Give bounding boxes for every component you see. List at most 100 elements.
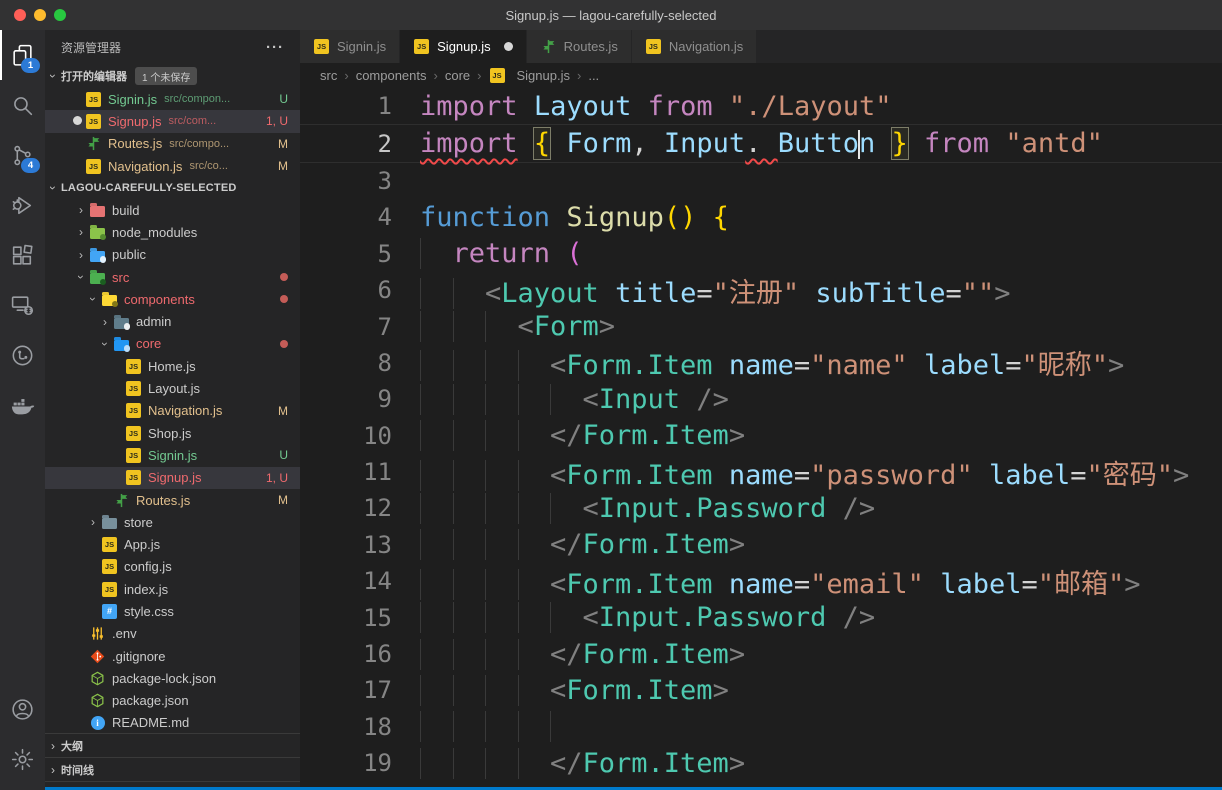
tree-item-index-js[interactable]: JS index.js [45,578,300,600]
tree-item-store[interactable]: › store [45,511,300,533]
breadcrumb-item-core[interactable]: core [445,68,470,83]
dirty-indicator[interactable] [503,42,513,51]
activity-account-button[interactable] [0,684,45,734]
breadcrumb-item--[interactable]: ... [588,68,599,83]
file-path-description: src/co... [189,160,228,173]
account-icon [10,697,35,722]
js-file-icon: JS [489,68,506,84]
line-number: 12 [363,494,392,523]
tab-label: Routes.js [563,39,618,54]
code-line-8[interactable]: 8 <Form.Item name="name" label="昵称"> [300,345,1222,382]
close-window-button[interactable] [14,9,26,21]
tab-signup-js[interactable]: JS Signup.js [400,30,527,63]
code-line-11[interactable]: 11 <Form.Item name="password" label="密码"… [300,454,1222,491]
settings-icon [10,747,35,772]
tree-item-src[interactable]: › src [45,266,300,288]
tree-item-home-js[interactable]: JS Home.js [45,355,300,377]
line-number: 8 [377,348,392,377]
tree-item-routes-js[interactable]: Routes.js M [45,489,300,511]
code-line-2[interactable]: 2 import { Form, Input. Button } from "an… [300,124,1222,163]
code-line-14[interactable]: 14 <Form.Item name="email" label="邮箱"> [300,563,1222,600]
dirty-indicator [72,116,82,126]
activity-remote-explorer-button[interactable] [0,280,45,330]
line-content: </Form.Item> [420,529,745,560]
file-path-description: src/compon... [164,93,231,106]
activity-extensions-button[interactable] [0,230,45,280]
code-editor[interactable]: 1 import Layout from "./Layout" 2 import { … [300,88,1222,790]
tree-item-readme-md[interactable]: i README.md [45,712,300,733]
code-line-15[interactable]: 15 <Input.Password /> [300,599,1222,635]
code-line-10[interactable]: 10 </Form.Item> [300,418,1222,454]
folder-icon [113,314,130,330]
breadcrumb-item-src[interactable]: src [320,68,337,83]
breadcrumb-label: ... [588,68,600,83]
open-editor-item-signup-js[interactable]: JS Signup.js src/com... 1, U [45,110,300,133]
tree-item-shop-js[interactable]: JS Shop.js [45,422,300,444]
tree-item-core[interactable]: › core [45,333,300,355]
code-line-4[interactable]: 4 function Signup() { [300,199,1222,235]
line-number: 6 [377,276,392,305]
code-line-19[interactable]: 19 </Form.Item> [300,745,1222,781]
tree-item-config-js[interactable]: JS config.js [45,556,300,578]
tree-item-app-js[interactable]: JS App.js [45,533,300,555]
line-content: </Form.Item> [420,639,745,670]
code-line-17[interactable]: 17 <Form.Item> [300,672,1222,708]
tab-signin-js[interactable]: JS Signin.js [300,30,401,63]
tree-item-style-css[interactable]: # style.css [45,600,300,622]
activity-docker-button[interactable] [0,380,45,430]
sidebar-panel-大纲[interactable]: › 大纲 [45,733,300,757]
activity-source-control-button[interactable]: 4 [0,130,45,180]
tree-item-layout-js[interactable]: JS Layout.js [45,377,300,399]
code-line-1[interactable]: 1 import Layout from "./Layout" [300,88,1222,124]
file-label: Signin.js [148,447,198,463]
minimize-window-button[interactable] [34,9,46,21]
activity-explorer-button[interactable]: 1 [0,30,45,80]
activity-run-debug-button[interactable] [0,180,45,230]
tab-navigation-js[interactable]: JS Navigation.js [631,30,758,63]
tree-item-components[interactable]: › components [45,288,300,310]
window-title: Signup.js — lagou-carefully-selected [505,7,717,23]
tree-item-public[interactable]: › public [45,244,300,266]
tree-item-admin[interactable]: › admin [45,310,300,332]
more-actions-icon[interactable]: ··· [266,39,284,56]
code-line-9[interactable]: 9 <Input /> [300,381,1222,417]
code-line-12[interactable]: 12 <Input.Password /> [300,490,1222,526]
tree-item-package-lock-json[interactable]: package-lock.json [45,667,300,689]
unsaved-count-badge: 1 个未保存 [135,67,198,85]
activity-search-button[interactable] [0,80,45,130]
code-line-5[interactable]: 5 return ( [300,236,1222,272]
file-label: admin [136,314,172,330]
breadcrumb-item-signup-js[interactable]: JS Signup.js [489,68,570,84]
code-line-6[interactable]: 6 <Layout title="注册" subTitle=""> [300,272,1222,309]
code-line-16[interactable]: 16 </Form.Item> [300,636,1222,672]
code-line-3[interactable]: 3 [300,163,1222,199]
code-line-13[interactable]: 13 </Form.Item> [300,527,1222,563]
code-line-7[interactable]: 7 <Form> [300,308,1222,344]
open-editor-item-navigation-js[interactable]: JS Navigation.js src/co... M [45,155,300,177]
editor-tabs: JS Signin.js JS Signup.js Routes.js JS Navigat… [300,30,1222,63]
readme-file-icon: i [89,715,106,731]
activity-settings-button[interactable] [0,734,45,784]
file-label: build [112,202,140,218]
folder-icon [101,514,118,530]
tree-item--gitignore[interactable]: .gitignore [45,645,300,667]
open-editor-item-signin-js[interactable]: JS Signin.js src/compon... U [45,88,300,110]
code-line-18[interactable]: 18 [300,709,1222,745]
sidebar-panel-时间线[interactable]: › 时间线 [45,757,300,781]
tree-item-signup-js[interactable]: JS Signup.js 1, U [45,466,300,489]
error-dot-badge [280,273,288,282]
remote-explorer-icon [10,293,35,318]
open-editors-header[interactable]: › 打开的编辑器 1 个未保存 [45,64,300,88]
activity-git-graph-button[interactable] [0,330,45,380]
zoom-window-button[interactable] [54,9,66,21]
workspace-root-header[interactable]: › LAGOU-CAREFULLY-SELECTED [45,177,300,199]
tree-item-signin-js[interactable]: JS Signin.js U [45,444,300,466]
tree-item-build[interactable]: › build [45,199,300,221]
tree-item--env[interactable]: .env [45,623,300,645]
tab-routes-js[interactable]: Routes.js [526,30,632,63]
open-editor-item-routes-js[interactable]: Routes.js src/compo... M [45,133,300,155]
breadcrumb-item-components[interactable]: components [356,68,427,83]
tree-item-node-modules[interactable]: › node_modules [45,221,300,243]
tree-item-package-json[interactable]: package.json [45,690,300,712]
tree-item-navigation-js[interactable]: JS Navigation.js M [45,400,300,422]
